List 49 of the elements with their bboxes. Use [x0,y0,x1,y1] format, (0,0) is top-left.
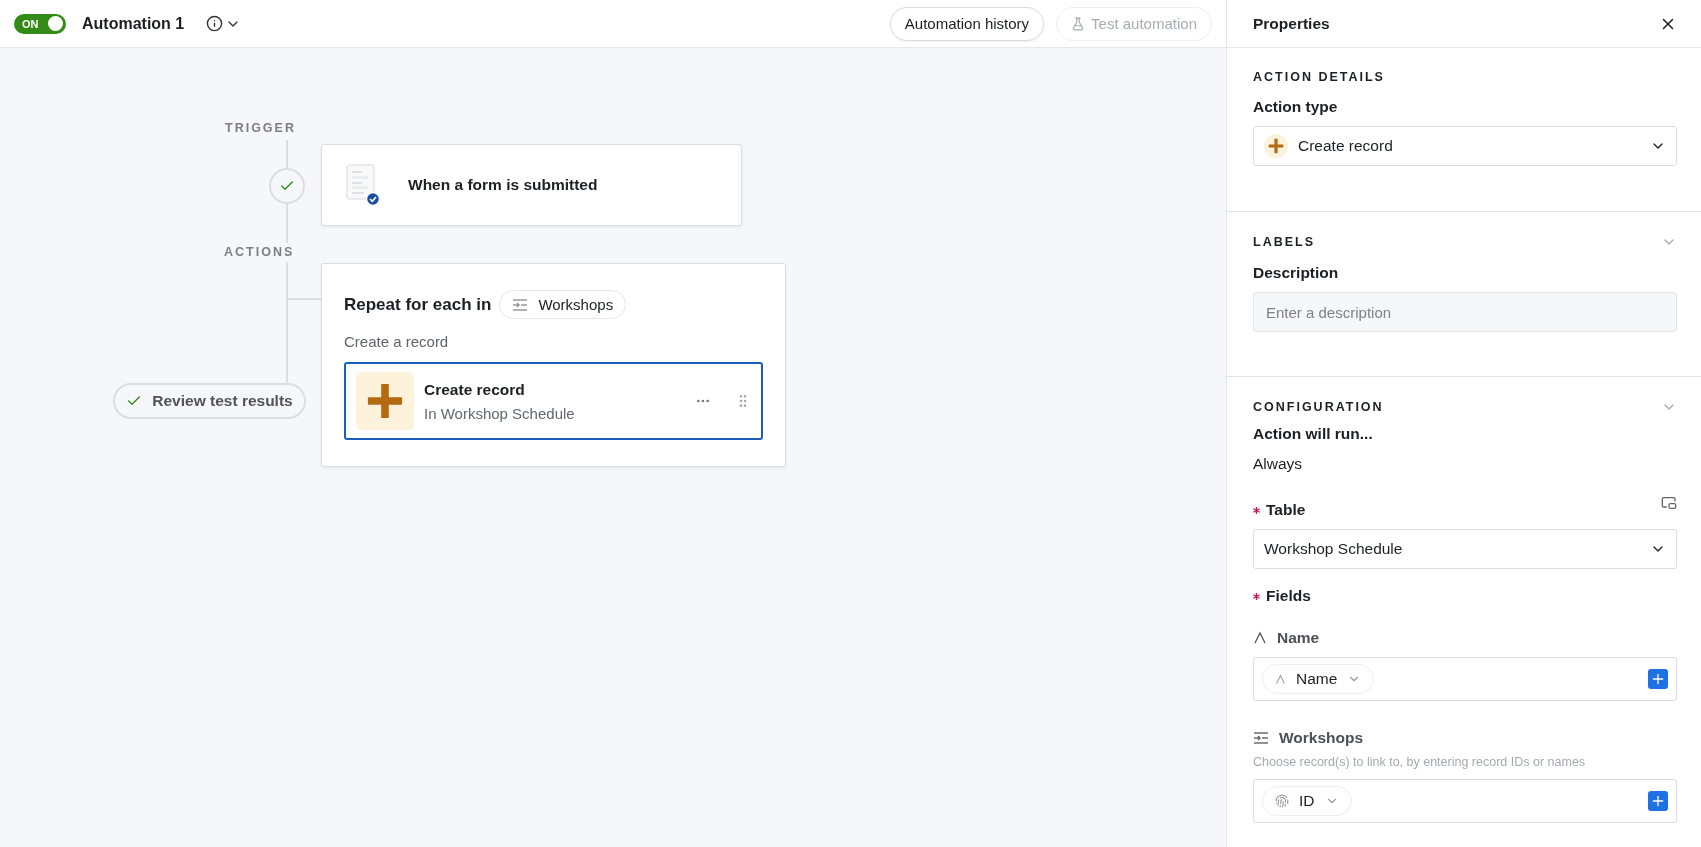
action-type-select[interactable]: Create record [1253,126,1677,166]
text-type-icon [1253,631,1267,645]
field-hint: Choose record(s) to link to, by entering record IDs or names [1253,755,1587,769]
field-label: Action type [1253,98,1339,116]
repeat-card[interactable]: Repeat for each in Workshops Create a record Create record In Workshop Schedule [321,263,786,467]
section-heading: CONFIGURATION [1253,400,1384,414]
workshops-chip[interactable]: Workshops [499,290,627,319]
description-input[interactable]: Enter a description [1253,292,1677,332]
plus-icon [366,382,404,420]
flask-icon [1071,16,1086,31]
field-label: Table [1266,501,1306,519]
table-select[interactable]: Workshop Schedule [1253,529,1677,569]
run-condition: Always [1253,455,1304,473]
trigger-label: TRIGGER [225,121,296,135]
review-results-button[interactable]: Review test results [113,383,306,419]
automation-title: Automation 1 [82,14,185,33]
field-token[interactable]: Name [1262,664,1375,694]
section-heading: LABELS [1253,235,1315,249]
plus-icon [1650,671,1666,687]
form-document-icon [346,164,380,206]
repeat-title: Repeat for each in [344,294,492,315]
trigger-title: When a form is submitted [408,176,598,194]
field-name: Name [1277,629,1320,647]
text-type-icon [1275,673,1286,685]
section-heading: ACTION DETAILS [1253,70,1386,84]
history-button[interactable]: Automation history [889,6,1045,41]
add-button[interactable] [1648,791,1668,811]
field-value-box[interactable]: ID [1253,779,1677,823]
actions-label: ACTIONS [224,245,295,259]
repeat-subtitle: Create a record [344,333,450,350]
linked-list-icon [512,297,529,312]
toggle-switch[interactable]: ON [14,13,66,34]
field-token[interactable]: ID [1262,786,1352,816]
linked-list-icon [1253,731,1269,745]
field-label: Fields [1266,587,1311,605]
field-name: Workshops [1279,729,1364,747]
field-label: Description [1253,264,1340,282]
panel-title: Properties [1253,14,1330,33]
plus-icon [1650,793,1666,809]
add-button[interactable] [1648,669,1668,689]
action-card[interactable]: Create record In Workshop Schedule [344,362,763,440]
action-title: Create record [424,380,526,399]
trigger-card[interactable]: When a form is submitted [321,144,742,226]
action-subtitle: In Workshop Schedule [424,404,576,422]
field-label: Action will run... [1253,425,1374,443]
fingerprint-icon [1275,794,1289,808]
info-icon [206,15,224,32]
table-view-icon[interactable] [1661,495,1677,511]
field-value-box[interactable]: Name [1253,657,1677,701]
